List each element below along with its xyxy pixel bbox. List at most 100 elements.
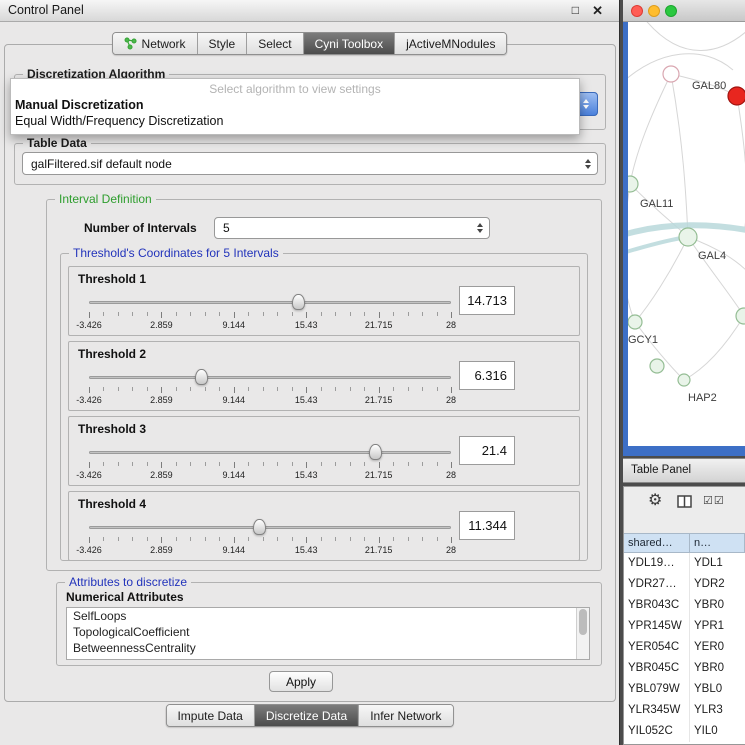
dropdown-option-equal-width-frequency[interactable]: Equal Width/Frequency Discretization xyxy=(11,112,579,128)
select-columns-icon[interactable]: ☑☑ xyxy=(703,494,725,507)
tab-cyni-toolbox[interactable]: Cyni Toolbox xyxy=(304,33,395,54)
network-node[interactable] xyxy=(679,228,697,246)
scrollbar-thumb[interactable] xyxy=(579,609,587,635)
list-scrollbar[interactable] xyxy=(576,608,589,659)
slider-thumb[interactable] xyxy=(253,519,266,535)
table-row[interactable]: YDL19…YDL1 xyxy=(624,553,745,574)
minimize-icon[interactable]: □ xyxy=(572,3,579,17)
slider-tick xyxy=(219,462,220,466)
threshold-value-field[interactable]: 6.316 xyxy=(459,361,515,390)
zoom-traffic-light-icon[interactable] xyxy=(665,5,677,17)
table-row[interactable]: YPR145WYPR1 xyxy=(624,616,745,637)
table-data-combobox[interactable]: galFiltered.sif default node xyxy=(22,152,598,175)
network-node[interactable] xyxy=(678,374,690,386)
slider-tick xyxy=(190,387,191,391)
cell-name: YBL0 xyxy=(690,679,745,700)
tab-jactivemnodules[interactable]: jActiveMNodules xyxy=(395,33,506,54)
table-body: YDL19…YDL1YDR27…YDR2YBR043CYBR0YPR145WYP… xyxy=(624,553,745,744)
slider-scale-label: 21.715 xyxy=(365,395,393,405)
slider-track[interactable] xyxy=(89,301,451,304)
slider-tick xyxy=(263,387,264,391)
threshold-slider[interactable]: -3.4262.8599.14415.4321.71528 xyxy=(89,294,451,332)
table-header-row: shared… n… xyxy=(624,533,745,553)
slider-tick xyxy=(205,462,206,466)
table-row[interactable]: YLR345WYLR3 xyxy=(624,700,745,721)
table-row[interactable]: YBL079WYBL0 xyxy=(624,679,745,700)
threshold-label: Threshold 3 xyxy=(78,422,146,436)
threshold-slider[interactable]: -3.4262.8599.14415.4321.71528 xyxy=(89,444,451,482)
slider-tick xyxy=(248,462,249,466)
slider-tick xyxy=(103,462,104,466)
slider-track[interactable] xyxy=(89,451,451,454)
threshold-slider[interactable]: -3.4262.8599.14415.4321.71528 xyxy=(89,369,451,407)
cell-name: YBR0 xyxy=(690,658,745,679)
threshold-value-field[interactable]: 11.344 xyxy=(459,511,515,540)
tab-select[interactable]: Select xyxy=(247,33,303,54)
slider-tick xyxy=(335,537,336,541)
slider-thumb[interactable] xyxy=(369,444,382,460)
close-icon[interactable]: ✕ xyxy=(592,3,603,19)
tab-network[interactable]: Network xyxy=(113,33,198,54)
tab-infer-network[interactable]: Infer Network xyxy=(359,705,452,726)
slider-tick xyxy=(393,537,394,541)
network-node[interactable] xyxy=(628,176,638,192)
dropdown-option-manual-discretization[interactable]: Manual Discretization xyxy=(11,96,579,112)
slider-track[interactable] xyxy=(89,376,451,379)
threshold-value-field[interactable]: 21.4 xyxy=(459,436,515,465)
cell-name: YER0 xyxy=(690,637,745,658)
slider-tick xyxy=(321,537,322,541)
slider-tick xyxy=(393,387,394,391)
slider-thumb[interactable] xyxy=(292,294,305,310)
slider-tick xyxy=(147,462,148,466)
tab-impute-data[interactable]: Impute Data xyxy=(166,705,254,726)
slider-tick xyxy=(379,312,380,318)
columns-icon[interactable] xyxy=(677,495,692,508)
threshold-slider[interactable]: -3.4262.8599.14415.4321.71528 xyxy=(89,519,451,557)
threshold-panel: Threshold 2-3.4262.8599.14415.4321.71528… xyxy=(68,341,580,411)
tab-style[interactable]: Style xyxy=(198,33,248,54)
network-node[interactable] xyxy=(650,359,664,373)
num-intervals-combobox[interactable]: 5 xyxy=(214,217,490,239)
network-node[interactable] xyxy=(628,315,642,329)
table-row[interactable]: YBR045CYBR0 xyxy=(624,658,745,679)
table-row[interactable]: YER054CYER0 xyxy=(624,637,745,658)
close-traffic-light-icon[interactable] xyxy=(631,5,643,17)
slider-tick xyxy=(132,387,133,391)
slider-tick xyxy=(306,462,307,468)
minimize-traffic-light-icon[interactable] xyxy=(648,5,660,17)
network-canvas[interactable]: GAL80GAL11GAL4GCY1HAP2 xyxy=(628,22,745,446)
slider-tick xyxy=(277,537,278,541)
slider-tick xyxy=(147,537,148,541)
column-header-name[interactable]: n… xyxy=(690,533,745,553)
slider-track[interactable] xyxy=(89,526,451,529)
slider-tick xyxy=(451,387,452,393)
slider-scale-label: 15.43 xyxy=(295,320,318,330)
slider-thumb[interactable] xyxy=(195,369,208,385)
slider-tick xyxy=(335,312,336,316)
slider-scale-label: 28 xyxy=(446,470,456,480)
slider-scale-label: -3.426 xyxy=(76,470,102,480)
numerical-attributes-list[interactable]: SelfLoopsTopologicalCoefficientBetweenne… xyxy=(66,607,590,660)
apply-button[interactable]: Apply xyxy=(269,671,333,692)
table-row[interactable]: YIL052CYIL0 xyxy=(624,721,745,742)
tab-label: jActiveMNodules xyxy=(406,37,495,51)
attribute-list-item[interactable]: SelfLoops xyxy=(67,608,589,624)
table-row[interactable]: YBR043CYBR0 xyxy=(624,595,745,616)
network-view-window: GAL80GAL11GAL4GCY1HAP2 xyxy=(623,0,745,456)
attribute-list-item[interactable]: BetweennessCentrality xyxy=(67,640,589,656)
network-graph xyxy=(628,22,745,446)
threshold-value-field[interactable]: 14.713 xyxy=(459,286,515,315)
slider-tick xyxy=(248,312,249,316)
slider-tick xyxy=(205,312,206,316)
network-node[interactable] xyxy=(728,87,745,105)
network-node-label: HAP2 xyxy=(688,392,717,404)
num-intervals-label: Number of Intervals xyxy=(84,221,197,235)
slider-tick xyxy=(263,462,264,466)
tab-discretize-data[interactable]: Discretize Data xyxy=(255,705,359,726)
attribute-list-item[interactable]: TopologicalCoefficient xyxy=(67,624,589,640)
network-node[interactable] xyxy=(736,308,745,324)
gear-icon[interactable]: ⚙ xyxy=(648,490,662,510)
table-row[interactable]: YDR27…YDR2 xyxy=(624,574,745,595)
column-header-shared-name[interactable]: shared… xyxy=(624,533,690,553)
network-node[interactable] xyxy=(663,66,679,82)
